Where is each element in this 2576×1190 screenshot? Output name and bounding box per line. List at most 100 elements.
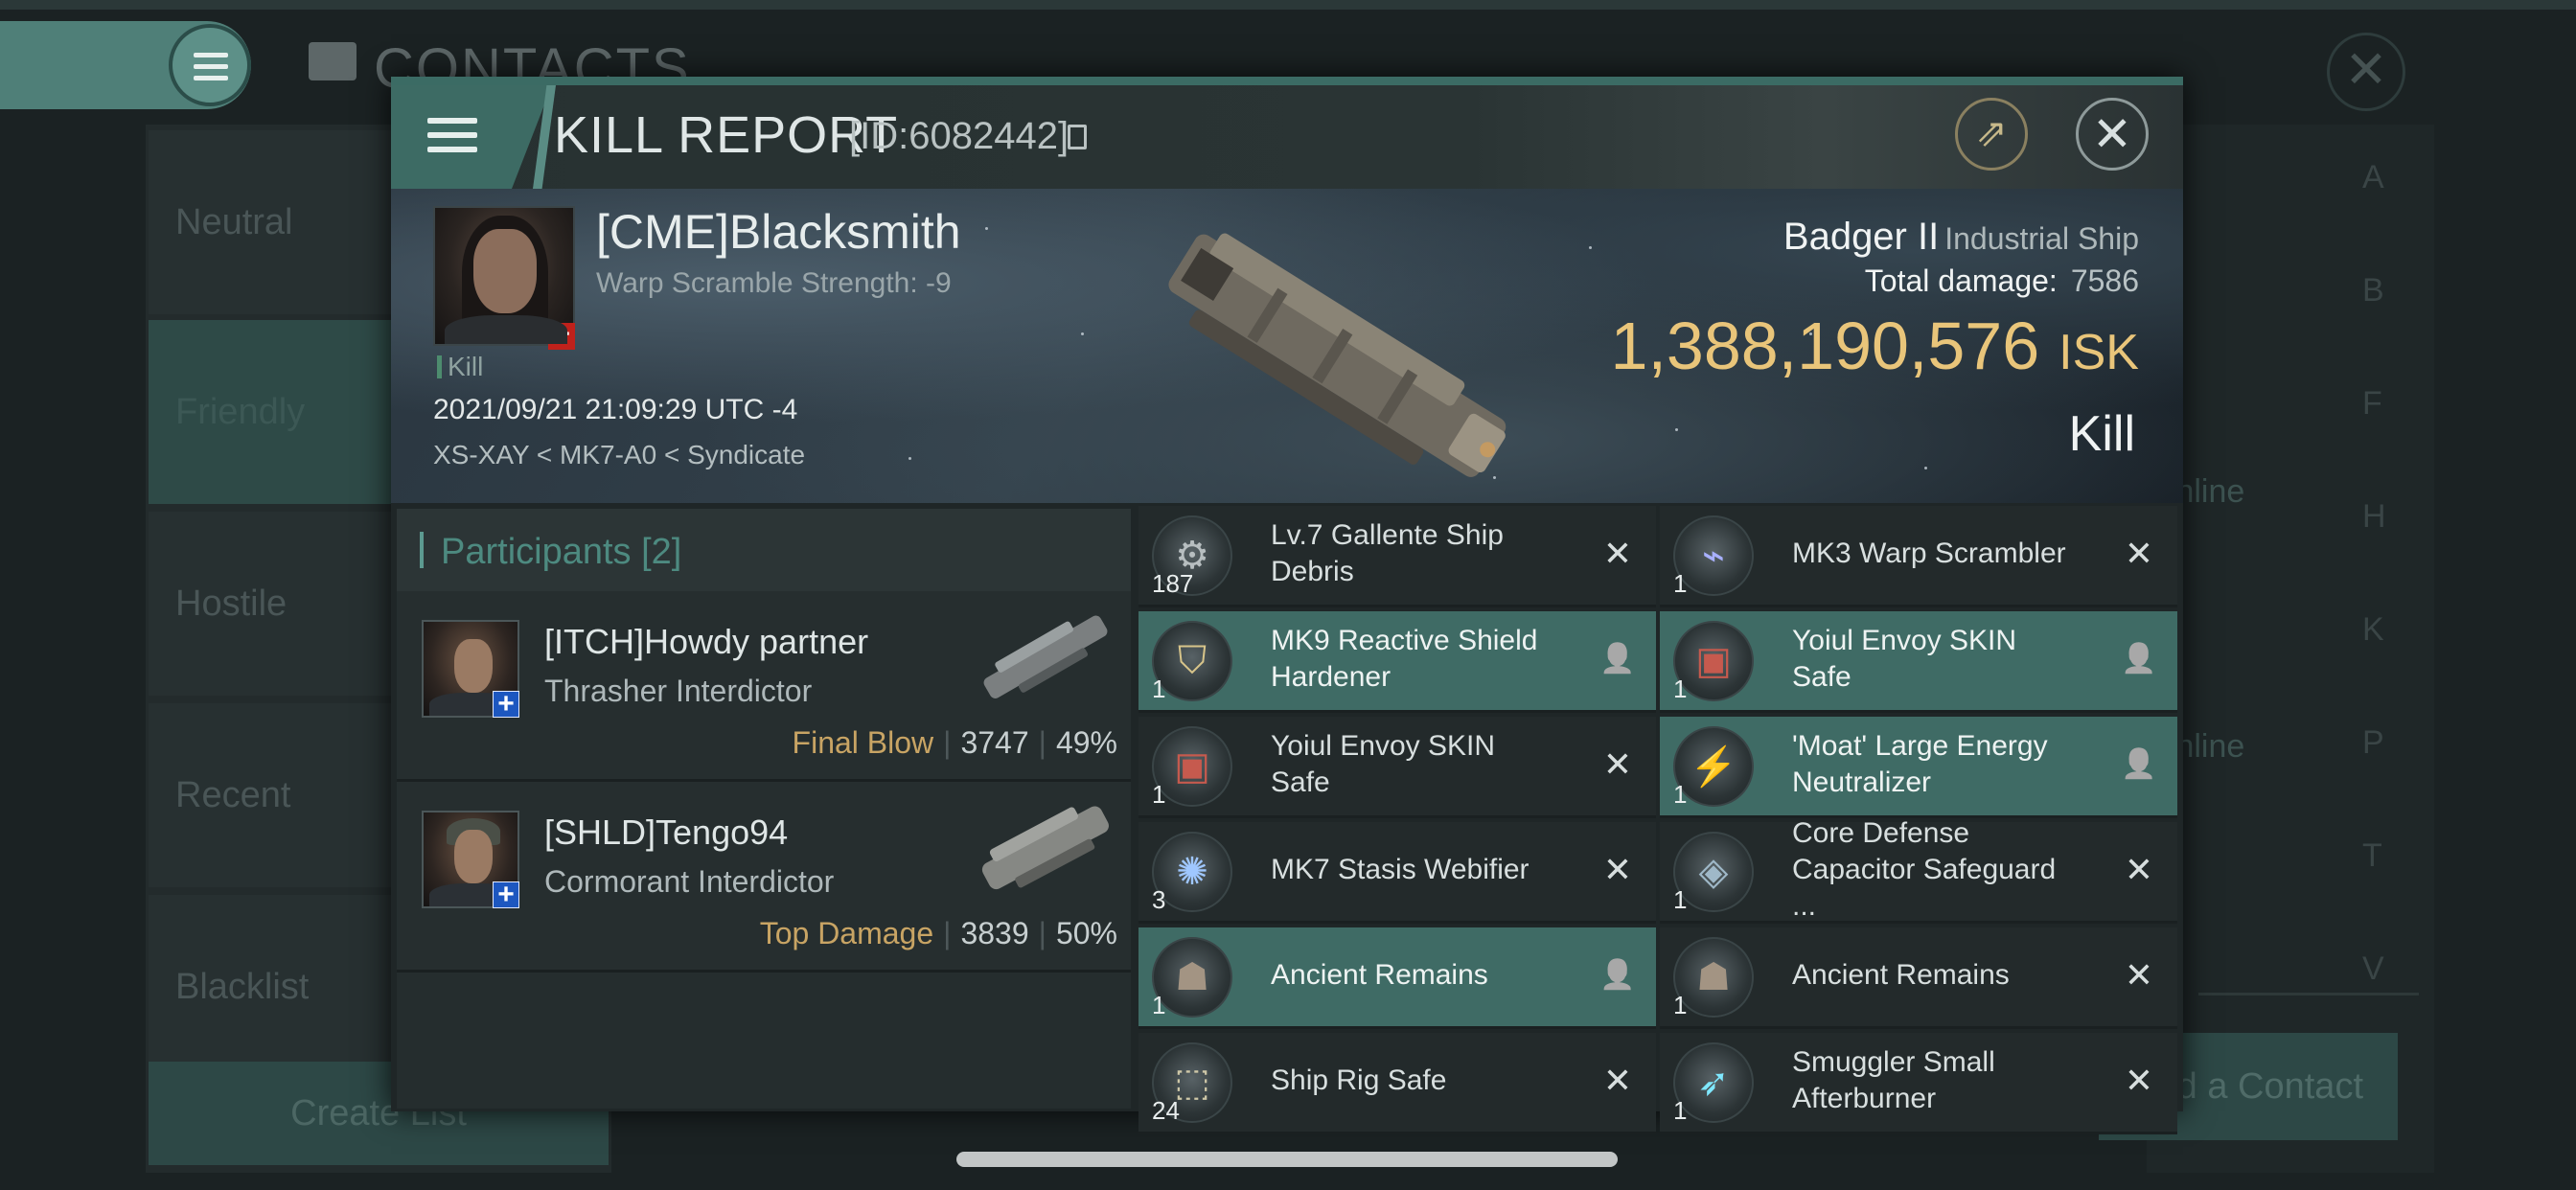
destroyed-x-icon: ✕ — [1602, 850, 1633, 889]
item-quantity: 1 — [1673, 780, 1688, 809]
index-letter[interactable]: V — [2362, 950, 2384, 988]
chat-icon — [309, 42, 356, 80]
kill-location[interactable]: XS-XAY < MK7-A0 < Syndicate — [433, 440, 805, 470]
index-letter[interactable]: P — [2362, 724, 2384, 762]
item-name: Yoiul Envoy SKIN Safe — [1792, 625, 2017, 693]
result-label: Kill — [2068, 406, 2135, 462]
participant-damage: 3747 — [960, 725, 1029, 760]
contacts-list-panel — [2147, 125, 2434, 1173]
destroyed-x-icon: ✕ — [2124, 955, 2154, 995]
item-name: Ancient Remains — [1271, 959, 1488, 991]
contacts-close-button[interactable]: ✕ — [2327, 33, 2405, 111]
item-name: MK9 Reactive Shield Hardener — [1271, 625, 1538, 693]
item-quantity: 3 — [1152, 885, 1166, 914]
isk-amount: 1,388,190,576 — [1610, 309, 2040, 383]
item-row[interactable]: ⚡ 1 'Moat' Large Energy Neutralizer 👤 — [1660, 717, 2177, 818]
item-row[interactable]: ⌁ 1 MK3 Warp Scrambler ✕ — [1660, 506, 2177, 607]
menu-icon — [427, 118, 477, 161]
kill-report-title: KILL REPORT — [554, 106, 899, 164]
item-row[interactable]: ⛉ 1 MK9 Reactive Shield Hardener 👤 — [1138, 611, 1656, 713]
dropped-items-grid: ⚙ 187 Lv.7 Gallente Ship Debris ✕ ⌁ 1 MK3 Warp… — [1138, 506, 2183, 1134]
participant-row[interactable]: + [SHLD]Tengo94 Cormorant Interdictor To… — [397, 782, 1131, 973]
victim-name[interactable]: [CME]Blacksmith — [596, 204, 961, 260]
close-icon: ✕ — [2092, 107, 2132, 161]
item-row[interactable]: ☗ 1 Ancient Remains 👤 — [1138, 927, 1656, 1029]
item-name: Lv.7 Gallente Ship Debris — [1271, 519, 1504, 587]
item-row[interactable]: ⚙ 187 Lv.7 Gallente Ship Debris ✕ — [1138, 506, 1656, 607]
dropped-person-icon: 👤 — [1599, 643, 1636, 675]
participant-stats: Top Damage | 3839 | 50% — [759, 916, 1117, 950]
item-row[interactable]: ✺ 3 MK7 Stasis Webifier ✕ — [1138, 822, 1656, 924]
item-row[interactable]: ➶ 1 Smuggler Small Afterburner ✕ — [1660, 1033, 2177, 1134]
dropped-person-icon: 👤 — [2121, 748, 2157, 780]
item-name: Yoiul Envoy SKIN Safe — [1271, 730, 1496, 798]
victim-ship-name: Badger II Industrial Ship — [1783, 216, 2139, 259]
participant-percent: 50% — [1055, 916, 1117, 950]
index-letter[interactable]: B — [2362, 272, 2384, 309]
item-row[interactable]: ☗ 1 Ancient Remains ✕ — [1660, 927, 2177, 1029]
kill-tag: Kill — [437, 352, 483, 382]
participants-header: Participants [2] — [397, 509, 1131, 591]
participant-stats: Final Blow | 3747 | 49% — [792, 725, 1117, 760]
home-indicator[interactable] — [956, 1152, 1618, 1167]
window-top-border — [391, 77, 2183, 85]
item-name: Core Defense Capacitor Safeguard ... — [1792, 817, 2057, 922]
contacts-menu-button[interactable] — [169, 24, 251, 106]
item-quantity: 1 — [1673, 1096, 1688, 1125]
victim-portrait[interactable] — [433, 206, 575, 346]
participants-title: Participants [2] — [441, 532, 681, 573]
index-letter[interactable]: H — [2362, 498, 2386, 536]
participant-damage: 3839 — [960, 916, 1029, 950]
participants-panel: Participants [2] + [ITCH]Howdy partner T… — [397, 509, 1131, 1109]
item-quantity: 187 — [1152, 569, 1194, 598]
participant-role: Top Damage — [759, 916, 934, 950]
participants-label: Participants — [441, 532, 632, 572]
item-name: Smuggler Small Afterburner — [1792, 1046, 1995, 1114]
total-damage: Total damage: 7586 — [1865, 263, 2139, 299]
item-name: Ancient Remains — [1792, 959, 2010, 991]
item-quantity: 1 — [1673, 885, 1688, 914]
item-quantity: 1 — [1152, 675, 1166, 703]
participant-ship-icon — [981, 806, 1109, 890]
participant-percent: 49% — [1055, 725, 1117, 760]
destroyed-x-icon: ✕ — [2124, 1061, 2154, 1100]
friendly-standing-icon: + — [493, 690, 519, 719]
item-row[interactable]: ◈ 1 Core Defense Capacitor Safeguard ... ✕ — [1660, 817, 2177, 924]
item-row[interactable]: ▣ 1 Yoiul Envoy SKIN Safe 👤 — [1660, 611, 2177, 713]
isk-value: 1,388,190,576 ISK — [1611, 308, 2139, 384]
isk-unit: ISK — [2058, 325, 2139, 380]
destroyed-x-icon: ✕ — [1602, 1061, 1633, 1100]
kill-report-id: [ID:6082442] — [849, 115, 1070, 157]
victim-ship-type[interactable]: Badger II — [1783, 216, 1939, 258]
total-damage-value: 7586 — [2070, 263, 2139, 298]
item-row[interactable]: ⬚ 24 Ship Rig Safe ✕ — [1138, 1033, 1656, 1134]
index-letter[interactable]: A — [2362, 159, 2384, 196]
participant-ship: Cormorant Interdictor — [544, 864, 835, 899]
participant-role: Final Blow — [792, 725, 934, 760]
copy-icon[interactable] — [1068, 125, 1087, 149]
item-name: MK3 Warp Scrambler — [1792, 538, 2066, 569]
victim-warp-scramble: Warp Scramble Strength: -9 — [596, 267, 952, 299]
participants-count: [2] — [641, 532, 682, 572]
index-letter[interactable]: K — [2362, 611, 2384, 649]
index-letter[interactable]: F — [2362, 385, 2382, 423]
item-row[interactable]: ▣ 1 Yoiul Envoy SKIN Safe ✕ — [1138, 717, 1656, 818]
item-quantity: 1 — [1152, 780, 1166, 809]
participant-name: [SHLD]Tengo94 — [544, 812, 789, 852]
victim-banner: − [CME]Blacksmith Warp Scramble Strength… — [391, 189, 2183, 503]
index-letter[interactable]: T — [2362, 837, 2382, 875]
close-button[interactable]: ✕ — [2076, 98, 2149, 171]
top-strip — [0, 0, 2576, 10]
dropped-person-icon: 👤 — [1599, 959, 1636, 991]
destroyed-x-icon: ✕ — [1602, 534, 1633, 573]
menu-icon — [194, 53, 228, 87]
item-quantity: 1 — [1673, 991, 1688, 1019]
participant-row[interactable]: + [ITCH]Howdy partner Thrasher Interdict… — [397, 591, 1131, 782]
divider — [2198, 993, 2419, 995]
destroyed-x-icon: ✕ — [2124, 534, 2154, 573]
total-damage-label: Total damage: — [1864, 263, 2058, 298]
item-quantity: 24 — [1152, 1096, 1180, 1125]
share-button[interactable]: ⇗ — [1955, 98, 2028, 171]
participant-ship: Thrasher Interdictor — [544, 674, 813, 708]
share-icon: ⇗ — [1975, 112, 2008, 154]
